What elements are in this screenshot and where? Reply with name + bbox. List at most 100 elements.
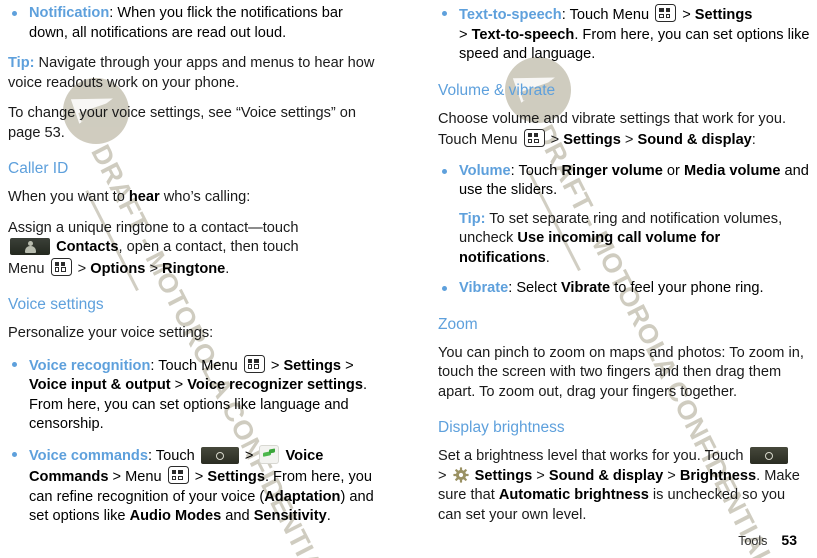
label-settings: Settings — [207, 469, 265, 485]
voice-settings-bullet-list: Voice recognition : Touch Menu > Settings… — [8, 354, 380, 527]
bullet-dot-icon — [442, 11, 447, 16]
label-media-volume: Media volume — [683, 162, 781, 179]
label-options: Options — [90, 260, 146, 277]
chevron-gt-3: > — [194, 469, 204, 485]
label-voice-input-output: Voice input & output — [29, 377, 171, 393]
text-touch: : Touch — [147, 447, 195, 464]
heading-voice-settings: Voice settings — [8, 296, 104, 313]
right-column: Text-to-speech: Touch Menu > Settings > … — [438, 4, 810, 536]
heading-caller-id: Caller ID — [8, 160, 69, 177]
chevron-gt-1: > — [682, 7, 691, 23]
label-adaptation: Adaptation — [264, 488, 341, 505]
term-text-to-speech: Text-to-speech — [459, 7, 562, 23]
label-sound-display: Sound & display — [637, 132, 752, 148]
text-vibrate-t1: : Select — [508, 280, 561, 296]
chevron-gt-1: > — [270, 357, 280, 374]
term-notification: Notification — [29, 5, 110, 21]
text-period: . — [225, 260, 230, 277]
chevron-gt-2: > — [112, 469, 122, 485]
chevron-gt-2: > — [459, 26, 468, 43]
tip-paragraph-volume: Tip: To set separate ring and notificati… — [459, 210, 810, 269]
text-pre: When you want to — [8, 189, 129, 205]
menu-key-icon — [523, 129, 545, 147]
label-ringtone: Ringtone — [162, 260, 226, 277]
list-item-voice-recognition: Voice recognition: Touch Menu > Settings… — [8, 354, 380, 435]
paragraph-volume-intro: Choose volume and vibrate settings that … — [438, 110, 810, 151]
chevron-gt-2: > — [536, 467, 545, 484]
chevron-gt-1: > — [244, 447, 254, 464]
chevron-gt-1: > — [77, 260, 87, 277]
bullet-dot-icon — [12, 361, 17, 367]
manual-page: Notification: When you flick the notific… — [0, 0, 817, 558]
person-body-shape — [24, 246, 36, 254]
page-footer: Tools 53 — [738, 532, 797, 548]
text-volume-t2: or — [662, 162, 684, 179]
footer-section-label: Tools — [738, 534, 768, 548]
list-item-volume: Volume: Touch Ringer volume or Media vol… — [438, 162, 810, 269]
label-ringer-volume: Ringer volume — [561, 162, 663, 179]
text-brightness-t1: Set a brightness level that works for yo… — [438, 448, 744, 464]
home-key-icon — [749, 447, 788, 464]
list-item-text-to-speech: Text-to-speech: Touch Menu > Settings > … — [438, 4, 810, 65]
text-post: who’s calling: — [159, 189, 251, 205]
bullet-dot-icon — [12, 11, 17, 16]
chevron-gt-1: > — [550, 132, 560, 148]
word-menu: Menu — [8, 260, 45, 277]
tts-bullet-list: Text-to-speech: Touch Menu > Settings > … — [438, 4, 810, 65]
chevron-gt-1: > — [438, 467, 447, 484]
paragraph-zoom: You can pinch to zoom on maps and photos… — [438, 344, 804, 400]
volume-bullet-list: Volume: Touch Ringer volume or Media vol… — [438, 162, 810, 299]
contacts-app-icon — [10, 238, 50, 255]
list-item-notification: Notification: When you flick the notific… — [8, 4, 380, 43]
paragraph-caller-id-intro: When you want to hear who’s calling: — [8, 188, 380, 208]
tip-text-2: . — [545, 249, 550, 266]
paragraph-personalize: Personalize your voice settings: — [8, 325, 214, 341]
text-assign-pre: Assign a unique ringtone to a contact—to… — [8, 219, 299, 236]
menu-key-icon — [655, 4, 677, 22]
label-automatic-brightness: Automatic brightness — [498, 487, 649, 503]
home-key-icon — [200, 446, 239, 464]
two-column-layout: Notification: When you flick the notific… — [8, 4, 810, 538]
chevron-gt-2: > — [345, 357, 354, 374]
label-contacts: Contacts — [56, 239, 119, 255]
chevron-gt-2: > — [149, 260, 158, 277]
label-settings: Settings — [694, 7, 753, 23]
bullet-dot-icon — [442, 168, 447, 174]
list-item-voice-commands: Voice commands: Touch > Voice Commands >… — [8, 444, 380, 527]
label-sensitivity: Sensitivity — [253, 508, 327, 524]
term-vibrate: Vibrate — [459, 280, 509, 296]
text-assign-mid: , open a contact, then touch — [118, 239, 299, 255]
voice-commands-app-icon — [259, 444, 280, 464]
menu-key-icon — [167, 466, 189, 484]
term-voice-recognition: Voice recognition — [29, 357, 151, 374]
paragraph-assign-ringtone: Assign a unique ringtone to a contact—to… — [8, 219, 380, 280]
bullet-dot-icon — [442, 286, 447, 291]
chevron-gt-3: > — [667, 467, 676, 484]
tip-label: Tip: — [459, 210, 486, 227]
footer-page-number: 53 — [781, 532, 797, 548]
term-voice-commands: Voice commands — [29, 447, 148, 464]
left-column: Notification: When you flick the notific… — [8, 4, 380, 538]
paragraph-change-voice-settings: To change your voice settings, see “Voic… — [8, 105, 357, 141]
term-volume: Volume — [459, 162, 511, 179]
menu-key-icon — [50, 257, 72, 276]
label-voice-recognizer-settings: Voice recognizer settings — [187, 377, 363, 393]
text-vibrate-t2: to feel your phone ring. — [610, 280, 764, 296]
label-sound-display: Sound & display — [548, 467, 664, 484]
chevron-gt-2: > — [624, 132, 634, 148]
gear-icon — [452, 466, 469, 483]
chevron-gt-3: > — [174, 377, 184, 393]
heading-zoom: Zoom — [438, 315, 478, 333]
label-brightness: Brightness — [679, 467, 757, 484]
bullet-dot-icon — [12, 451, 17, 457]
label-vibrate: Vibrate — [560, 280, 611, 296]
list-item-vibrate: Vibrate: Select Vibrate to feel your pho… — [438, 279, 810, 299]
label-text-to-speech: Text-to-speech — [471, 26, 575, 43]
text-volume-t1: : Touch — [510, 162, 562, 179]
label-settings: Settings — [283, 357, 342, 374]
label-settings: Settings — [474, 467, 533, 484]
word-menu: Menu — [125, 469, 162, 485]
notification-bullet-list: Notification: When you flick the notific… — [8, 4, 380, 43]
text-commands-t5: . — [326, 508, 331, 524]
voice-glyph-right — [269, 448, 276, 454]
